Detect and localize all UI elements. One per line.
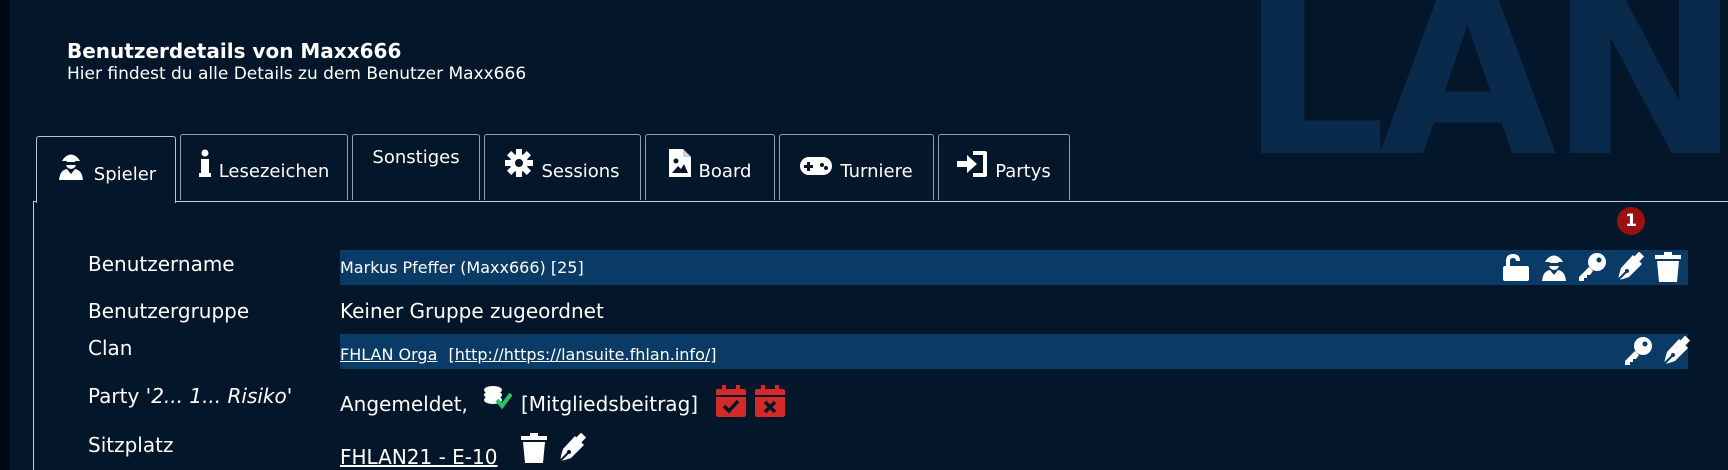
tab-label: Turniere: [840, 161, 913, 182]
tab-label: Partys: [995, 161, 1051, 182]
panel-border: [33, 201, 34, 470]
calendar-times-icon[interactable]: [755, 385, 785, 421]
coins-check-icon[interactable]: [482, 385, 513, 415]
gear-icon: [505, 149, 534, 182]
tab-label: Sessions: [541, 161, 620, 182]
calendar-check-icon[interactable]: [716, 385, 746, 421]
tab-label: Board: [698, 161, 752, 182]
tab-turniere[interactable]: Turniere: [779, 134, 934, 200]
page-subtitle: Hier findest du alle Details zu dem Benu…: [67, 64, 527, 84]
file-image-icon: [668, 149, 691, 182]
left-edge: [0, 0, 10, 470]
party-name: 2... 1... Risiko: [151, 384, 287, 408]
tab-sessions[interactable]: Sessions: [484, 134, 641, 200]
pen-icon[interactable]: [1615, 252, 1645, 282]
unlock-icon[interactable]: [1501, 252, 1531, 282]
party-label-prefix: Party ': [88, 384, 152, 408]
seat-label: Sitzplatz: [88, 433, 174, 457]
username-actions: [1501, 252, 1683, 282]
usergroup-label: Benutzergruppe: [88, 299, 250, 323]
tab-partys[interactable]: Partys: [938, 134, 1070, 200]
pen-icon[interactable]: [1661, 336, 1691, 366]
user-secret-icon[interactable]: [1539, 252, 1569, 282]
clan-label: Clan: [88, 336, 133, 360]
usergroup-value: Keiner Gruppe zugeordnet: [340, 299, 604, 323]
tab-divider: [33, 201, 1728, 202]
username-label: Benutzername: [88, 252, 235, 276]
tab-label: Sonstiges: [372, 147, 460, 168]
user-secret-icon: [56, 152, 86, 185]
sign-in-icon: [957, 151, 988, 182]
party-label: Party '2... 1... Risiko': [88, 384, 292, 408]
trash-icon[interactable]: [519, 433, 549, 463]
key-icon[interactable]: [1577, 252, 1607, 282]
clan-value: FHLAN Orga [http://https://lansuite.fhla…: [340, 345, 716, 364]
fee-label: [Mitgliedsbeitrag]: [521, 392, 699, 416]
key-icon[interactable]: [1623, 336, 1653, 366]
gamepad-icon: [800, 157, 833, 182]
seat-actions: [519, 433, 587, 463]
tab-label: Spieler: [93, 164, 157, 185]
clan-url-link[interactable]: [http://https://lansuite.fhlan.info/]: [448, 345, 716, 364]
pen-icon[interactable]: [557, 433, 587, 463]
lan-watermark: LAN: [1240, 0, 1728, 208]
tab-label: Lesezeichen: [218, 161, 330, 182]
trash-icon[interactable]: [1653, 252, 1683, 282]
page-header: Benutzerdetails von Maxx666 Hier findest…: [67, 38, 526, 84]
party-status: Angemeldet,: [340, 392, 468, 416]
clan-actions: [1623, 336, 1691, 366]
username-value: Markus Pfeffer (Maxx666) [25]: [340, 258, 584, 277]
tab-spieler[interactable]: Spieler: [36, 136, 176, 203]
party-label-suffix: ': [286, 384, 293, 408]
notification-badge: 1: [1617, 207, 1645, 235]
tab-sonstiges[interactable]: Sonstiges: [352, 134, 480, 200]
tab-lesezeichen[interactable]: Lesezeichen: [180, 134, 348, 200]
seat-value: FHLAN21 - E-10: [340, 445, 497, 469]
info-icon: [198, 149, 211, 182]
seat-link[interactable]: FHLAN21 - E-10: [340, 445, 497, 469]
page-title: Benutzerdetails von Maxx666: [67, 39, 402, 63]
clan-name-link[interactable]: FHLAN Orga: [340, 345, 437, 364]
tab-board[interactable]: Board: [645, 134, 775, 200]
